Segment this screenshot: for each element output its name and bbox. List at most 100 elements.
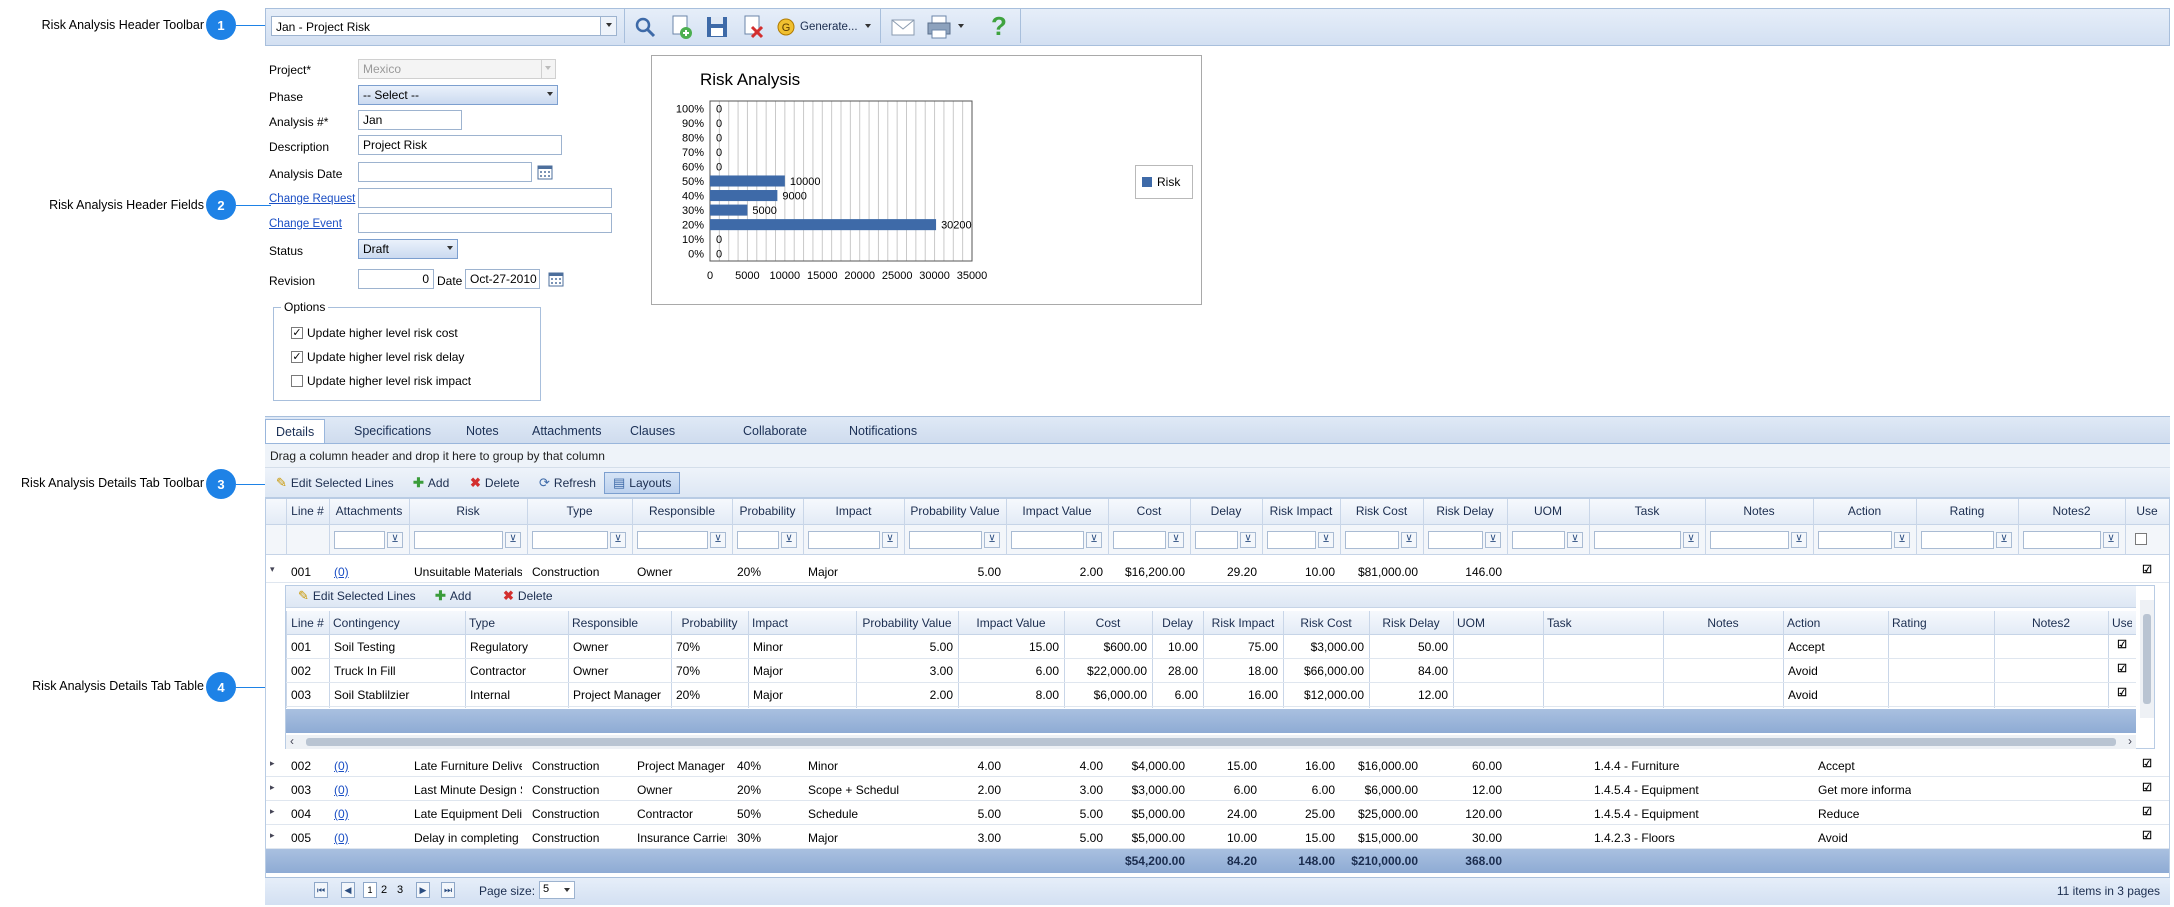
nested-column-header-notes2[interactable]: Notes2: [1998, 616, 2104, 630]
layouts-button[interactable]: ▤ Layouts: [604, 472, 681, 494]
filter-input[interactable]: [1818, 531, 1892, 549]
nested-vertical-scrollbar[interactable]: [2140, 600, 2154, 718]
filter-input[interactable]: [1267, 531, 1316, 549]
filter-input[interactable]: [1011, 531, 1084, 549]
filter-icon[interactable]: ⊻: [1240, 532, 1256, 548]
column-header-delay[interactable]: Delay: [1190, 504, 1262, 518]
filter-input[interactable]: [532, 531, 608, 549]
filter-icon[interactable]: ⊻: [1683, 532, 1699, 548]
delete-icon[interactable]: [740, 13, 766, 41]
filter-icon[interactable]: ⊻: [1996, 532, 2012, 548]
add-button[interactable]: ✚ Add: [413, 476, 449, 491]
nested-column-header-type[interactable]: Type: [469, 616, 564, 630]
date-field[interactable]: Oct-27-2010: [465, 269, 540, 289]
nested-column-header-risk-cost[interactable]: Risk Cost: [1287, 616, 1365, 630]
nested-delete-button[interactable]: ✖ Delete: [503, 589, 553, 604]
nested-column-header-responsible[interactable]: Responsible: [572, 616, 667, 630]
filter-input[interactable]: [1428, 531, 1483, 549]
column-header-attachments[interactable]: Attachments: [329, 504, 409, 518]
next-page-icon[interactable]: ▶: [416, 882, 430, 898]
column-header-action[interactable]: Action: [1813, 504, 1916, 518]
filter-input[interactable]: [808, 531, 880, 549]
nested-column-header-rating[interactable]: Rating: [1892, 616, 1990, 630]
generate-button[interactable]: G Generate...: [775, 14, 861, 40]
edit-selected-lines-button[interactable]: ✎ Edit Selected Lines: [276, 476, 394, 491]
cell-attachments[interactable]: (0): [334, 807, 404, 821]
filter-input[interactable]: [334, 531, 385, 549]
delete-button[interactable]: ✖ Delete: [470, 476, 520, 491]
change-event-field[interactable]: [358, 213, 612, 233]
filter-icon[interactable]: ⊻: [1401, 532, 1417, 548]
tab-notes[interactable]: Notes: [456, 419, 509, 443]
nested-column-header-cost[interactable]: Cost: [1068, 616, 1148, 630]
filter-input[interactable]: [1512, 531, 1565, 549]
revision-field[interactable]: 0: [358, 269, 434, 289]
expand-row-icon[interactable]: ▸: [270, 806, 275, 817]
filter-input[interactable]: [1113, 531, 1166, 549]
nested-column-header-delay[interactable]: Delay: [1156, 616, 1199, 630]
nested-column-header-action[interactable]: Action: [1787, 616, 1884, 630]
use-checkbox[interactable]: ☑: [2116, 688, 2128, 700]
filter-input[interactable]: [1921, 531, 1994, 549]
print-dropdown[interactable]: [955, 16, 967, 36]
print-icon[interactable]: [925, 13, 953, 41]
use-checkbox[interactable]: ☑: [2141, 565, 2153, 577]
column-header-notes[interactable]: Notes: [1705, 504, 1813, 518]
expand-row-icon[interactable]: ▸: [270, 830, 275, 841]
filter-input[interactable]: [1195, 531, 1238, 549]
column-header-type[interactable]: Type: [527, 504, 632, 518]
expand-row-icon[interactable]: ▸: [270, 782, 275, 793]
filter-icon[interactable]: ⊻: [882, 532, 898, 548]
generate-dropdown[interactable]: [862, 16, 874, 36]
filter-input[interactable]: [1710, 531, 1789, 549]
nested-edit-selected-lines-button[interactable]: ✎ Edit Selected Lines: [298, 589, 416, 604]
tab-clauses[interactable]: Clauses: [620, 419, 685, 443]
cell-attachments[interactable]: (0): [334, 565, 404, 579]
description-field[interactable]: Project Risk: [358, 135, 562, 155]
filter-input[interactable]: [414, 531, 503, 549]
help-icon[interactable]: ?: [986, 11, 1012, 41]
filter-icon[interactable]: ⊻: [610, 532, 626, 548]
nested-add-button[interactable]: ✚ Add: [435, 589, 471, 604]
nested-column-header-uom[interactable]: UOM: [1457, 616, 1539, 630]
tab-notifications[interactable]: Notifications: [839, 419, 927, 443]
first-page-icon[interactable]: ⏮: [314, 882, 328, 898]
nested-column-header-impact-value[interactable]: Impact Value: [962, 616, 1060, 630]
cell-attachments[interactable]: (0): [334, 759, 404, 773]
page-2-button[interactable]: 2: [381, 884, 387, 896]
change-event-link[interactable]: Change Event: [269, 218, 342, 230]
last-page-icon[interactable]: ⏭: [441, 882, 455, 898]
filter-icon[interactable]: ⊻: [1485, 532, 1501, 548]
nested-column-header-contingency[interactable]: Contingency: [333, 616, 461, 630]
chevron-down-icon[interactable]: [600, 17, 616, 35]
column-header-responsible[interactable]: Responsible: [632, 504, 732, 518]
expand-row-icon[interactable]: ▸: [270, 758, 275, 769]
use-checkbox[interactable]: ☑: [2141, 759, 2153, 771]
filter-icon[interactable]: ⊻: [1567, 532, 1583, 548]
phase-select[interactable]: -- Select --: [358, 85, 558, 105]
use-checkbox[interactable]: ☑: [2141, 831, 2153, 843]
filter-input[interactable]: [637, 531, 708, 549]
nested-column-header-line-[interactable]: Line #: [290, 616, 325, 630]
column-header-impact[interactable]: Impact: [803, 504, 904, 518]
use-all-checkbox[interactable]: [2135, 533, 2147, 545]
filter-icon[interactable]: ⊻: [1894, 532, 1910, 548]
filter-input[interactable]: [737, 531, 779, 549]
search-icon[interactable]: [632, 14, 658, 40]
cell-attachments[interactable]: (0): [334, 831, 404, 845]
column-header-risk-cost[interactable]: Risk Cost: [1340, 504, 1423, 518]
column-header-line-[interactable]: Line #: [286, 504, 329, 518]
save-icon[interactable]: [704, 13, 730, 41]
nested-column-header-use[interactable]: Use: [2112, 616, 2132, 630]
filter-icon[interactable]: ⊻: [1086, 532, 1102, 548]
calendar-icon[interactable]: [548, 271, 564, 287]
tab-specifications[interactable]: Specifications: [344, 419, 441, 443]
nested-column-header-probability-value[interactable]: Probability Value: [860, 616, 954, 630]
nested-horizontal-scrollbar[interactable]: ‹ ›: [286, 734, 2136, 749]
nested-column-header-risk-impact[interactable]: Risk Impact: [1207, 616, 1279, 630]
scrollbar-thumb[interactable]: [2143, 614, 2151, 704]
chevron-right-icon[interactable]: ›: [2128, 734, 2132, 748]
cell-attachments[interactable]: (0): [334, 783, 404, 797]
column-header-task[interactable]: Task: [1589, 504, 1705, 518]
nested-column-header-impact[interactable]: Impact: [752, 616, 852, 630]
